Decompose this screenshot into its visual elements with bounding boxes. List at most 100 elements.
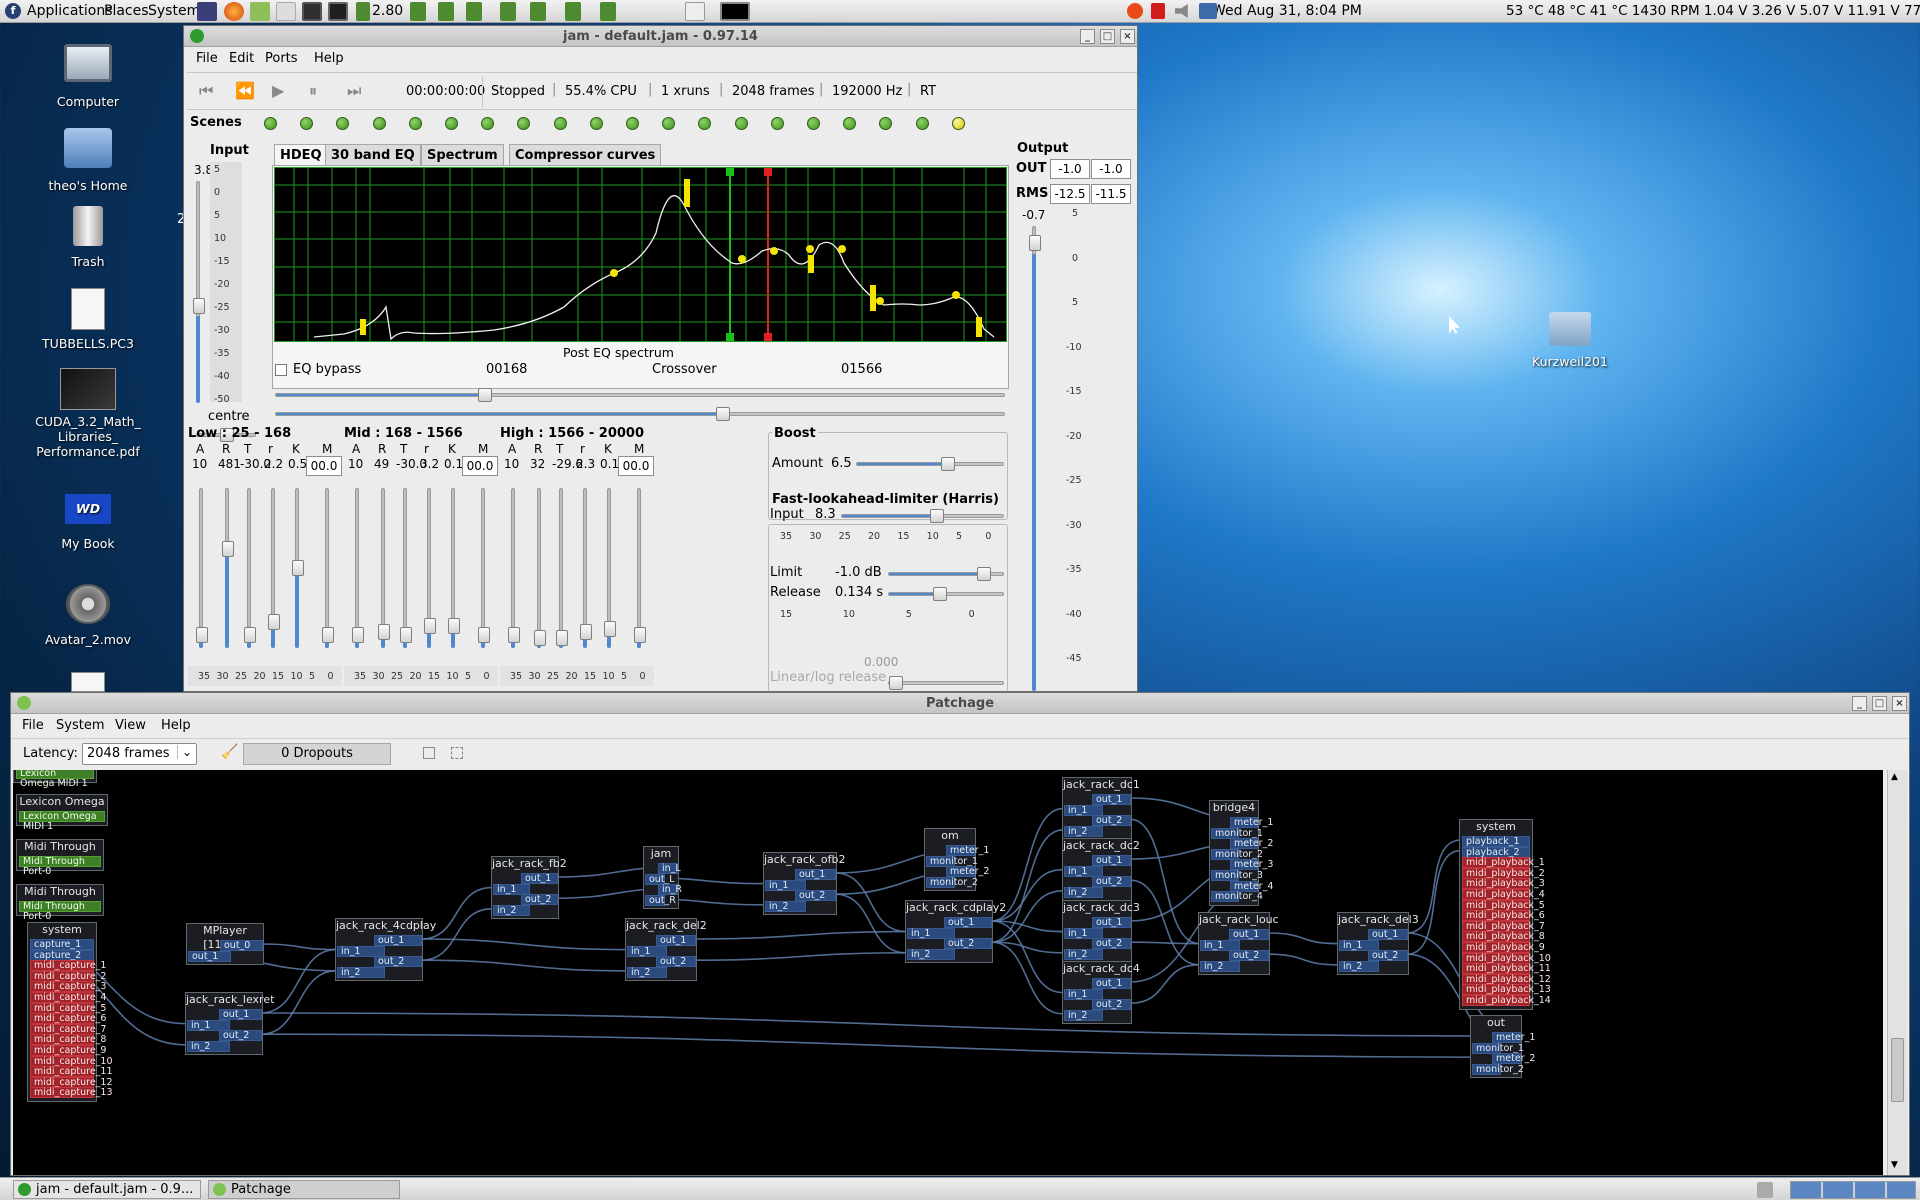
band-param-knob[interactable] bbox=[448, 617, 460, 634]
patch-port[interactable]: monitor_1 bbox=[926, 855, 978, 867]
band-makeup-value[interactable]: 00.0 bbox=[618, 456, 654, 476]
patch-port[interactable]: out_2 bbox=[374, 956, 422, 968]
patch-port[interactable]: midi_capture_7 bbox=[30, 1023, 106, 1035]
patch-connection[interactable] bbox=[1267, 953, 1339, 966]
patch-port[interactable]: in_1 bbox=[337, 945, 385, 957]
patch-port[interactable]: playback_1 bbox=[1462, 836, 1530, 847]
update-notifier-icon[interactable] bbox=[1127, 3, 1143, 19]
terminal-icon[interactable] bbox=[328, 2, 348, 21]
patch-port[interactable]: in_1 bbox=[493, 883, 530, 895]
patch-port[interactable]: out_2 bbox=[521, 894, 558, 906]
scene-button[interactable] bbox=[807, 117, 820, 130]
patch-node-system-playback[interactable]: system playback_1 playback_2 midi_playback_… bbox=[1459, 819, 1551, 1010]
patch-port[interactable]: meter_3 bbox=[1230, 859, 1273, 871]
patch-port[interactable]: in_2 bbox=[1064, 886, 1103, 898]
patch-port[interactable]: monitor_1 bbox=[1211, 827, 1263, 839]
patch-port[interactable]: midi_playback_11 bbox=[1462, 963, 1551, 975]
limiter-release-slider[interactable] bbox=[888, 587, 1004, 601]
low-crossover-knob[interactable] bbox=[478, 388, 492, 402]
eq-band-handle[interactable] bbox=[976, 317, 982, 337]
scene-button[interactable] bbox=[879, 117, 893, 130]
boost-amount-slider[interactable] bbox=[856, 457, 1004, 471]
band-param-knob[interactable] bbox=[604, 620, 616, 637]
patch-port[interactable]: out_1 bbox=[219, 1009, 262, 1020]
close-button[interactable]: × bbox=[1120, 29, 1135, 44]
patch-port[interactable]: midi_playback_10 bbox=[1462, 952, 1551, 964]
cpufreq-icon[interactable] bbox=[500, 2, 516, 21]
patch-port[interactable]: out_R bbox=[645, 894, 676, 906]
scene-button[interactable] bbox=[372, 117, 386, 130]
scene-button[interactable] bbox=[589, 117, 603, 130]
patch-port[interactable]: meter_1 bbox=[1230, 817, 1273, 828]
patch-port[interactable]: capture_2 bbox=[30, 949, 94, 961]
patch-port[interactable]: in_1 bbox=[1064, 927, 1103, 939]
band-param-knob[interactable] bbox=[222, 540, 234, 557]
desktop-icon-avatar[interactable]: Avatar_2.mov bbox=[23, 584, 153, 647]
scene-button[interactable] bbox=[481, 117, 495, 130]
crossover-handle[interactable] bbox=[764, 333, 772, 341]
patch-port[interactable]: out_2 bbox=[1092, 815, 1131, 827]
applications-menu[interactable]: Applications bbox=[27, 3, 113, 19]
patch-port[interactable]: in_2 bbox=[493, 904, 530, 916]
patch-connection[interactable] bbox=[420, 959, 627, 972]
patch-node-bridge4[interactable]: bridge4 meter_1 monitor_1 meter_2 monitor_2 m… bbox=[1209, 800, 1273, 906]
patch-node-lexret[interactable]: jack_rack_lexret out_1 in_1 out_2 in_2 bbox=[185, 992, 274, 1056]
patch-port[interactable]: out_0 bbox=[220, 940, 263, 951]
patch-node-fb2[interactable]: jack_rack_fb2 out_1 in_1 out_2 in_2 bbox=[491, 856, 567, 920]
patch-node-4cdplay[interactable]: jack_rack_4cdplay out_1 in_1 out_2 in_2 bbox=[335, 918, 436, 982]
patch-port[interactable]: out_2 bbox=[1092, 938, 1131, 950]
patch-port[interactable]: midi_capture_8 bbox=[30, 1034, 106, 1046]
band-param-knob[interactable] bbox=[378, 624, 390, 640]
eq-node-handle[interactable] bbox=[738, 255, 746, 263]
minimize-button[interactable]: _ bbox=[1080, 29, 1095, 44]
tab-compressor-curves[interactable]: Compressor curves bbox=[509, 144, 662, 165]
patch-port[interactable]: out_1 bbox=[1092, 917, 1131, 928]
patch-port[interactable]: midi_playback_5 bbox=[1462, 899, 1545, 911]
patch-port[interactable]: meter_4 bbox=[1230, 880, 1273, 892]
cpufreq-icon[interactable] bbox=[466, 2, 482, 21]
patch-port[interactable]: midi_capture_13 bbox=[30, 1087, 113, 1099]
menu-file[interactable]: File bbox=[22, 718, 44, 733]
patch-port[interactable]: meter_1 bbox=[1492, 1032, 1535, 1043]
patch-port[interactable]: in_2 bbox=[1064, 948, 1103, 960]
eq-band-handle[interactable] bbox=[684, 179, 690, 207]
patch-port[interactable]: meter_2 bbox=[946, 866, 989, 878]
patch-port[interactable]: out_1 bbox=[1229, 929, 1269, 940]
linlog-knob[interactable] bbox=[889, 676, 903, 690]
patch-port[interactable]: in_2 bbox=[765, 900, 806, 912]
patch-port[interactable]: Midi Through Port-0 bbox=[19, 901, 101, 922]
scene-button[interactable] bbox=[264, 117, 277, 130]
patch-port[interactable]: midi_capture_10 bbox=[30, 1055, 113, 1067]
patch-connection[interactable] bbox=[260, 1012, 1521, 1037]
clock[interactable]: Wed Aug 31, 8:04 PM bbox=[1212, 3, 1362, 19]
desktop-icon-my-book[interactable]: WD My Book bbox=[23, 494, 153, 551]
limiter-limit-slider[interactable] bbox=[888, 567, 1004, 581]
menu-system[interactable]: System bbox=[56, 718, 104, 733]
patch-node-del2[interactable]: jack_rack_del2 out_1 in_1 out_2 in_2 bbox=[625, 918, 707, 982]
firefox-icon[interactable] bbox=[224, 2, 244, 21]
show-desktop-icon[interactable] bbox=[685, 2, 705, 21]
patch-port[interactable]: out_2 bbox=[1368, 950, 1408, 962]
patch-port[interactable]: playback_2 bbox=[1462, 846, 1530, 858]
band-param-knob[interactable] bbox=[534, 630, 546, 647]
limiter-limit-knob[interactable] bbox=[977, 567, 991, 581]
jam-titlebar[interactable]: jam - default.jam - 0.97.14 _ □ × bbox=[184, 26, 1137, 47]
patch-port[interactable]: midi_playback_14 bbox=[1462, 995, 1551, 1006]
maximize-button[interactable]: □ bbox=[1100, 29, 1115, 44]
patch-port[interactable]: in_1 bbox=[1339, 939, 1379, 951]
clear-dropouts-icon[interactable]: 🧹 bbox=[221, 744, 238, 760]
band-param-slider[interactable] bbox=[325, 488, 329, 648]
patch-port[interactable]: out_1 bbox=[944, 917, 992, 928]
patch-canvas[interactable]: Lexicon Omega MIDI 1 Lexicon Omega Lexicon… bbox=[13, 770, 1883, 1175]
rewind-start-icon[interactable]: ⏮ bbox=[199, 81, 213, 101]
patch-node-system-capture[interactable]: system capture_1 capture_2 midi_capture_1 mi… bbox=[27, 922, 113, 1102]
patch-port[interactable]: in_2 bbox=[907, 948, 955, 960]
output-gain-knob[interactable] bbox=[1029, 235, 1041, 251]
eq-graph[interactable] bbox=[274, 167, 1007, 342]
patch-port[interactable]: monitor_2 bbox=[926, 876, 978, 888]
menu-help[interactable]: Help bbox=[161, 718, 191, 733]
band-param-slider[interactable] bbox=[481, 488, 485, 648]
patch-port[interactable]: in_2 bbox=[1200, 960, 1240, 972]
band-param-slider[interactable] bbox=[559, 488, 563, 648]
volume-icon[interactable] bbox=[1175, 4, 1188, 18]
